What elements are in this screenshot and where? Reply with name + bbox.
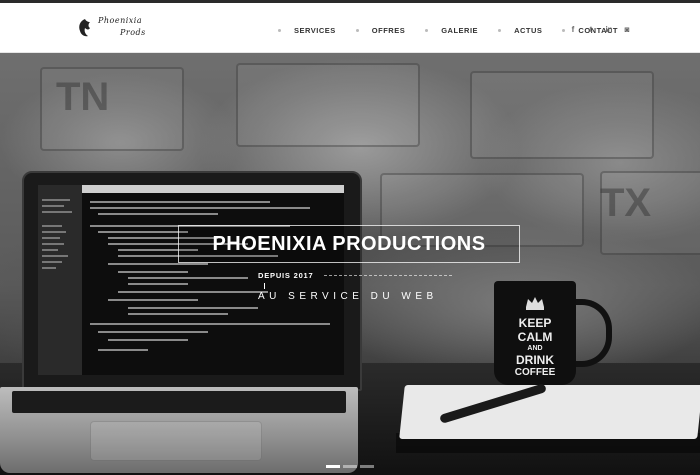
wall-carving: TN (56, 75, 110, 119)
editor-titlebar (38, 185, 344, 193)
nav-item-offres[interactable]: OFFRES (355, 25, 425, 35)
nav-item-services[interactable]: SERVICES (278, 26, 356, 35)
site-header: Phoenixia Prods SERVICES OFFRES GALERIE … (0, 3, 700, 53)
nav-item-actus[interactable]: ACTUS (498, 26, 562, 35)
logo-text-line2: Prods (120, 28, 146, 37)
hero-title-box: PHOENIXIA PRODUCTIONS (178, 225, 520, 263)
mug-text-line: DRINK (516, 353, 554, 367)
social-links: f t in ◙ (566, 23, 638, 35)
nav-item-label: ACTUS (514, 25, 543, 35)
linkedin-icon[interactable]: in (602, 23, 616, 35)
hero-subtitle: AU SERVICE DU WEB (258, 291, 438, 302)
wall-brick (236, 63, 420, 147)
mug-text-line: CALM (517, 330, 553, 344)
laptop-base (0, 387, 358, 473)
logo-text-line1: Phoenixia (98, 16, 143, 25)
tagline-divider (323, 274, 452, 277)
nav-bullet (278, 28, 281, 32)
wall-carving: TX (600, 181, 652, 225)
nav-bullet (498, 28, 502, 32)
slider-dot[interactable] (360, 465, 374, 468)
nav-item-label: OFFRES (371, 25, 406, 35)
tagline-tick (264, 283, 265, 289)
nav-bullet (425, 28, 429, 32)
phoenix-logo-icon (79, 19, 90, 37)
code-editor-display (38, 185, 344, 375)
facebook-icon[interactable]: f (566, 23, 580, 35)
crown-icon (526, 297, 544, 310)
mug-text-line: AND (527, 345, 543, 352)
nav-item-label: SERVICES (294, 25, 336, 35)
hero-banner: TN TX KEEP CALM AND DRINK COFFEE PHOENIX… (0, 53, 700, 475)
slider-pagination (326, 465, 377, 468)
hero-tagline-row: DEPUIS 2017 (258, 271, 452, 280)
nav-item-label: GALERIE (441, 25, 479, 35)
laptop-screen (22, 171, 362, 391)
notebook (399, 385, 700, 439)
hero-tagline: DEPUIS 2017 (258, 271, 314, 280)
nav-item-galerie[interactable]: GALERIE (425, 26, 498, 35)
hero-title: PHOENIXIA PRODUCTIONS (212, 232, 486, 255)
mug-handle (570, 299, 612, 367)
nav-bullet (355, 28, 359, 32)
mug-text-line: KEEP (518, 316, 552, 330)
mug-text-line: COFFEE (514, 367, 556, 378)
slider-dot[interactable] (326, 465, 340, 468)
coffee-mug: KEEP CALM AND DRINK COFFEE (494, 281, 576, 385)
slider-dot[interactable] (343, 465, 357, 468)
laptop-keyboard (12, 391, 346, 413)
instagram-icon[interactable]: ◙ (620, 23, 634, 35)
laptop-trackpad (90, 421, 262, 461)
nav-bullet (562, 28, 566, 32)
wall-brick (470, 71, 654, 159)
editor-file-tree (38, 185, 82, 375)
twitter-icon[interactable]: t (584, 23, 598, 35)
site-logo[interactable]: Phoenixia Prods (76, 15, 156, 43)
